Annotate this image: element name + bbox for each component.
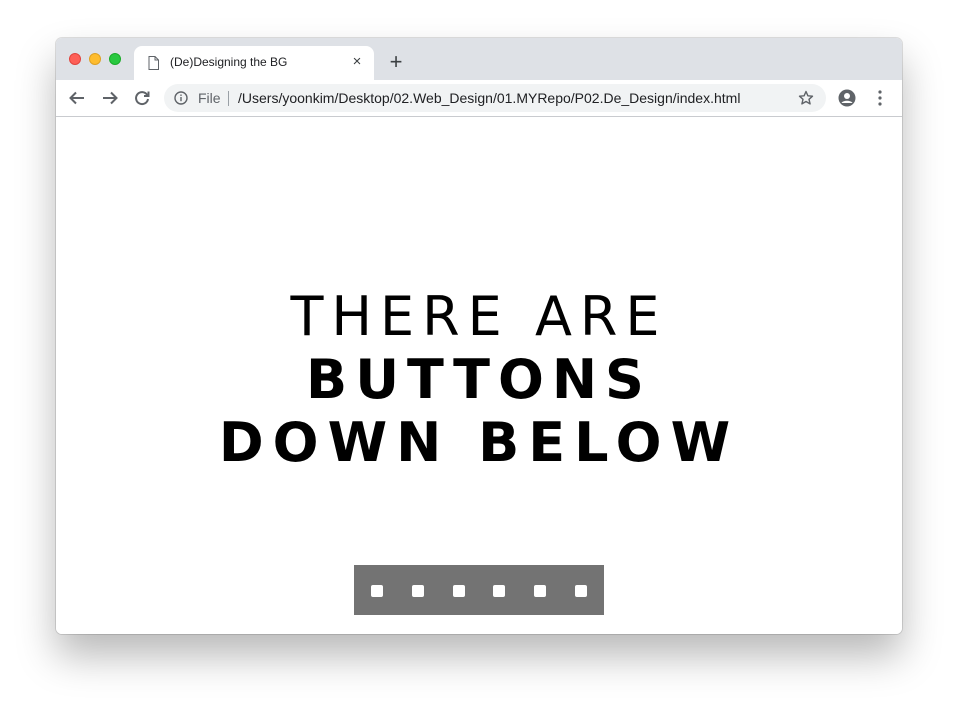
close-window-button[interactable] xyxy=(69,53,81,65)
scheme-divider xyxy=(228,91,229,106)
page-viewport: THERE ARE BUTTONS DOWN BELOW xyxy=(56,117,902,634)
url-text[interactable]: /Users/yoonkim/Desktop/02.Web_Design/01.… xyxy=(238,90,740,106)
square-button-6[interactable] xyxy=(575,585,587,597)
star-icon[interactable] xyxy=(798,90,814,106)
square-button-1[interactable] xyxy=(371,585,383,597)
maximize-window-button[interactable] xyxy=(109,53,121,65)
headline-line-3: DOWN BELOW xyxy=(218,411,740,474)
close-tab-icon[interactable]: × xyxy=(350,54,364,69)
address-bar[interactable]: File /Users/yoonkim/Desktop/02.Web_Desig… xyxy=(164,84,826,112)
document-icon xyxy=(148,56,159,70)
square-button-5[interactable] xyxy=(534,585,546,597)
profile-icon[interactable] xyxy=(838,89,856,107)
button-bar xyxy=(354,565,604,615)
headline-line-2: BUTTONS xyxy=(306,348,652,411)
forward-arrow-icon[interactable] xyxy=(101,89,119,107)
headline: THERE ARE BUTTONS DOWN BELOW xyxy=(56,285,902,474)
browser-toolbar: File /Users/yoonkim/Desktop/02.Web_Desig… xyxy=(56,80,902,117)
active-tab[interactable]: (De)Designing the BG × xyxy=(134,46,374,80)
url-scheme-label: File xyxy=(198,90,221,106)
kebab-menu-icon[interactable] xyxy=(872,89,888,107)
reload-icon[interactable] xyxy=(133,89,151,107)
headline-line-1: THERE ARE xyxy=(290,285,668,348)
tab-strip: (De)Designing the BG × + xyxy=(56,38,902,80)
new-tab-button[interactable]: + xyxy=(386,51,406,73)
square-button-3[interactable] xyxy=(453,585,465,597)
square-button-2[interactable] xyxy=(412,585,424,597)
tab-title: (De)Designing the BG xyxy=(170,55,288,69)
back-arrow-icon[interactable] xyxy=(68,89,86,107)
browser-window: (De)Designing the BG × + File /Users/yoo… xyxy=(56,38,902,634)
square-button-4[interactable] xyxy=(493,585,505,597)
info-icon[interactable] xyxy=(174,91,188,105)
minimize-window-button[interactable] xyxy=(89,53,101,65)
